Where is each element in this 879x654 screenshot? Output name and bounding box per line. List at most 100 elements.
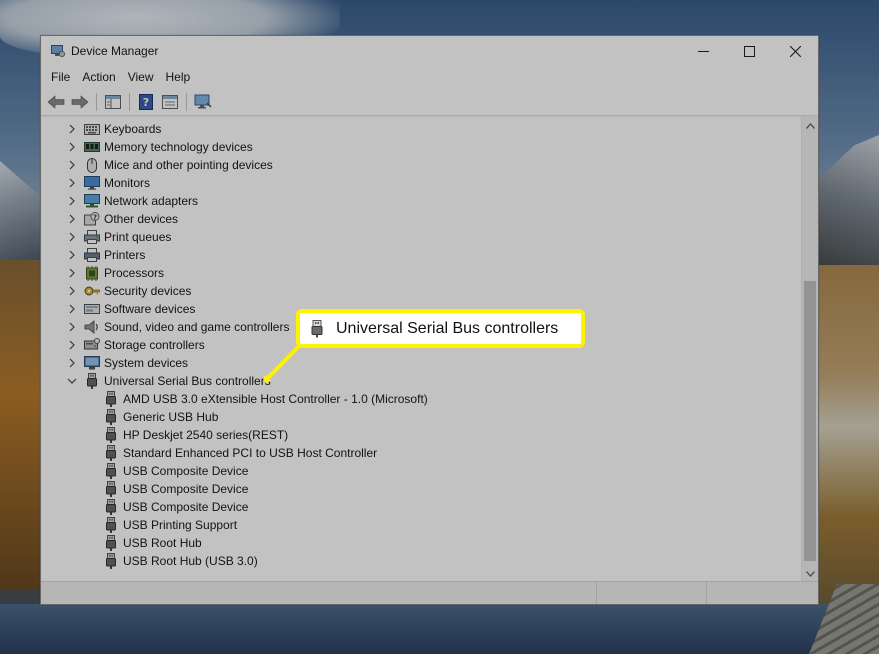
device-manager-app-icon bbox=[51, 45, 65, 57]
category-label: Processors bbox=[104, 266, 165, 280]
menu-action[interactable]: Action bbox=[76, 70, 121, 84]
tree-device-item[interactable]: USB Printing Support bbox=[41, 516, 801, 534]
expand-toggle[interactable] bbox=[67, 142, 77, 152]
menu-view[interactable]: View bbox=[122, 70, 160, 84]
maximize-button[interactable] bbox=[726, 36, 772, 66]
system-device-icon bbox=[84, 356, 100, 370]
speaker-icon bbox=[84, 320, 100, 334]
forward-button[interactable] bbox=[69, 91, 91, 113]
tree-category[interactable]: Printers bbox=[41, 246, 801, 264]
tree-device-item[interactable]: USB Composite Device bbox=[41, 480, 801, 498]
expand-toggle[interactable] bbox=[67, 196, 77, 206]
help-button[interactable]: ? bbox=[135, 91, 157, 113]
tree-device-item[interactable]: AMD USB 3.0 eXtensible Host Controller -… bbox=[41, 390, 801, 408]
forward-arrow-icon bbox=[71, 94, 89, 109]
tree-category-usb-controllers[interactable]: Universal Serial Bus controllers bbox=[41, 372, 801, 390]
vertical-scrollbar[interactable] bbox=[801, 117, 818, 582]
chevron-right-icon bbox=[69, 304, 75, 314]
expand-toggle[interactable] bbox=[67, 250, 77, 260]
collapse-toggle[interactable] bbox=[67, 376, 77, 386]
tree-device-item[interactable]: Generic USB Hub bbox=[41, 408, 801, 426]
callout-inner: Universal Serial Bus controllers bbox=[300, 313, 581, 344]
scan-hardware-button[interactable] bbox=[192, 91, 214, 113]
printer-icon bbox=[84, 248, 100, 262]
scrollbar-thumb[interactable] bbox=[804, 281, 816, 561]
tree-device-item[interactable]: USB Composite Device bbox=[41, 498, 801, 516]
storage-icon bbox=[84, 338, 100, 352]
chevron-right-icon bbox=[69, 358, 75, 368]
expand-toggle[interactable] bbox=[67, 178, 77, 188]
close-icon bbox=[789, 45, 801, 57]
expand-toggle[interactable] bbox=[67, 124, 77, 134]
device-label: USB Root Hub (USB 3.0) bbox=[123, 554, 258, 568]
chevron-up-icon bbox=[806, 122, 815, 129]
expand-toggle[interactable] bbox=[67, 304, 77, 314]
tree-category[interactable]: Mice and other pointing devices bbox=[41, 156, 801, 174]
tree-category[interactable]: Processors bbox=[41, 264, 801, 282]
device-label: HP Deskjet 2540 series(REST) bbox=[123, 428, 289, 442]
wallpaper-field-right bbox=[817, 265, 879, 625]
category-label: Other devices bbox=[104, 212, 179, 226]
tree-device-item[interactable]: HP Deskjet 2540 series(REST) bbox=[41, 426, 801, 444]
category-label: Security devices bbox=[104, 284, 192, 298]
wallpaper-field-left bbox=[0, 260, 44, 590]
expand-toggle[interactable] bbox=[67, 268, 77, 278]
chevron-right-icon bbox=[69, 322, 75, 332]
callout-label: Universal Serial Bus controllers bbox=[336, 319, 559, 337]
tree-device-item[interactable]: Standard Enhanced PCI to USB Host Contro… bbox=[41, 444, 801, 462]
device-tree-pane: Keyboards Memory technology devices Mice a… bbox=[41, 117, 818, 582]
device-label: USB Composite Device bbox=[123, 500, 249, 514]
expand-toggle[interactable] bbox=[67, 160, 77, 170]
tree-category[interactable]: Keyboards bbox=[41, 120, 801, 138]
properties-button[interactable] bbox=[159, 91, 181, 113]
back-arrow-icon bbox=[47, 94, 65, 109]
expand-toggle[interactable] bbox=[67, 322, 77, 332]
monitor-icon bbox=[84, 176, 100, 190]
scroll-down-button[interactable] bbox=[802, 565, 818, 582]
usb-plug-icon bbox=[103, 463, 119, 479]
usb-plug-icon bbox=[103, 409, 119, 425]
tree-category[interactable]: Print queues bbox=[41, 228, 801, 246]
security-key-icon bbox=[84, 284, 100, 298]
menu-help[interactable]: Help bbox=[160, 70, 197, 84]
toolbar-separator bbox=[96, 92, 97, 111]
tree-category[interactable]: ? Other devices bbox=[41, 210, 801, 228]
wallpaper-water bbox=[0, 604, 879, 654]
toolbar-separator bbox=[129, 92, 130, 111]
category-label: Keyboards bbox=[104, 122, 162, 136]
expand-toggle[interactable] bbox=[67, 232, 77, 242]
menu-file[interactable]: File bbox=[45, 70, 76, 84]
expand-toggle[interactable] bbox=[67, 340, 77, 350]
device-label: Generic USB Hub bbox=[123, 410, 219, 424]
wallpaper-mountain-left bbox=[0, 161, 44, 260]
usb-plug-icon bbox=[103, 553, 119, 569]
chevron-right-icon bbox=[69, 214, 75, 224]
tree-device-item[interactable]: USB Root Hub (USB 3.0) bbox=[41, 552, 801, 570]
category-label: Printers bbox=[104, 248, 146, 262]
show-hide-console-tree-button[interactable] bbox=[102, 91, 124, 113]
tree-category[interactable]: System devices bbox=[41, 354, 801, 372]
tree-category[interactable]: Network adapters bbox=[41, 192, 801, 210]
print-queue-icon bbox=[84, 230, 100, 244]
back-button[interactable] bbox=[45, 91, 67, 113]
expand-toggle[interactable] bbox=[67, 358, 77, 368]
scroll-up-button[interactable] bbox=[802, 117, 818, 134]
expand-toggle[interactable] bbox=[67, 286, 77, 296]
category-label: Memory technology devices bbox=[104, 140, 253, 154]
expand-toggle[interactable] bbox=[67, 214, 77, 224]
properties-icon bbox=[162, 94, 178, 109]
toolbar: ? bbox=[41, 88, 818, 116]
tree-device-item[interactable]: USB Root Hub bbox=[41, 534, 801, 552]
chevron-down-icon bbox=[67, 378, 77, 384]
tree-category[interactable]: Memory technology devices bbox=[41, 138, 801, 156]
close-button[interactable] bbox=[772, 36, 818, 66]
minimize-button[interactable] bbox=[680, 36, 726, 66]
usb-plug-icon bbox=[84, 373, 100, 389]
tree-category[interactable]: Monitors bbox=[41, 174, 801, 192]
processor-icon bbox=[84, 265, 100, 281]
status-bar bbox=[41, 581, 818, 604]
tree-device-item[interactable]: USB Composite Device bbox=[41, 462, 801, 480]
network-adapter-icon bbox=[84, 194, 100, 208]
tree-category[interactable]: Security devices bbox=[41, 282, 801, 300]
chevron-right-icon bbox=[69, 160, 75, 170]
